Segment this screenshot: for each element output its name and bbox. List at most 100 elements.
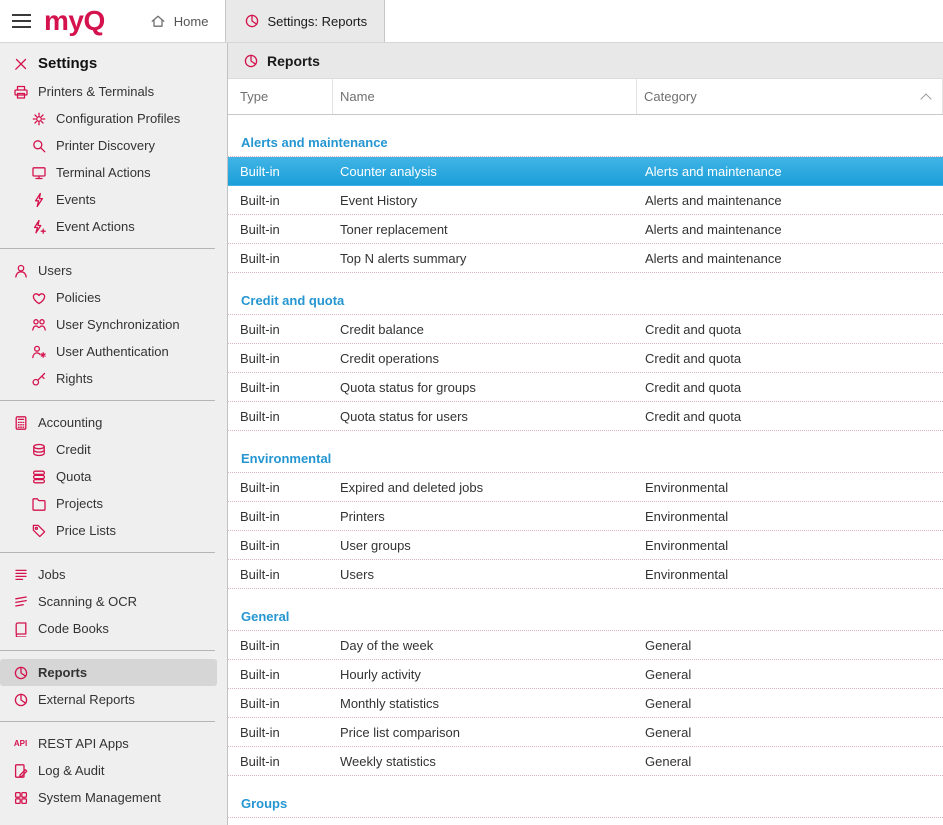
report-name: User groups <box>340 538 645 553</box>
column-header-name[interactable]: Name <box>333 79 637 114</box>
report-row-monthly-statistics[interactable]: Built-inMonthly statisticsGeneral <box>228 689 943 718</box>
report-type: Built-in <box>228 754 340 769</box>
report-row-toner-replacement[interactable]: Built-inToner replacementAlerts and main… <box>228 215 943 244</box>
key-icon <box>30 370 47 387</box>
myq-logo[interactable]: myQ <box>42 0 133 42</box>
sort-ascending-icon[interactable] <box>920 93 931 104</box>
sidebar-item-label: Quota <box>56 469 91 484</box>
report-type: Built-in <box>228 538 340 553</box>
report-row-quota-status-for-users[interactable]: Built-inQuota status for usersCredit and… <box>228 402 943 431</box>
sidebar-item-scanning-ocr[interactable]: Scanning & OCR <box>0 588 217 615</box>
report-category: Alerts and maintenance <box>645 164 943 179</box>
report-category: Alerts and maintenance <box>645 251 943 266</box>
sidebar-item-label: Price Lists <box>56 523 116 538</box>
report-row-credit-balance[interactable]: Built-inCredit balanceCredit and quota <box>228 315 943 344</box>
report-row-counters-by-function-and-duplex-beta[interactable]: Built-inCounters by function and duplex(… <box>228 818 943 825</box>
report-row-credit-operations[interactable]: Built-inCredit operationsCredit and quot… <box>228 344 943 373</box>
sidebar-item-events[interactable]: Events <box>0 186 217 213</box>
pie-chart-icon <box>243 13 260 30</box>
report-category: Alerts and maintenance <box>645 193 943 208</box>
sidebar-item-rest-api-apps[interactable]: APIREST API Apps <box>0 730 217 757</box>
pie-chart-icon <box>12 664 29 681</box>
report-row-expired-and-deleted-jobs[interactable]: Built-inExpired and deleted jobsEnvironm… <box>228 473 943 502</box>
sidebar-item-quota[interactable]: Quota <box>0 463 217 490</box>
sidebar-item-accounting[interactable]: Accounting <box>0 409 217 436</box>
lightning-icon <box>30 191 47 208</box>
sidebar-item-external-reports[interactable]: External Reports <box>0 686 217 713</box>
sidebar-item-label: User Authentication <box>56 344 169 359</box>
report-row-price-list-comparison[interactable]: Built-inPrice list comparisonGeneral <box>228 718 943 747</box>
sidebar-item-label: Rights <box>56 371 93 386</box>
sidebar-item-user-synchronization[interactable]: User Synchronization <box>0 311 217 338</box>
sidebar-item-label: User Synchronization <box>56 317 180 332</box>
tab-home[interactable]: Home <box>133 0 226 42</box>
sidebar-items: Printers & Terminals Configuration Profil… <box>0 78 227 811</box>
user-auth-icon <box>30 343 47 360</box>
sidebar-item-user-authentication[interactable]: User Authentication <box>0 338 217 365</box>
report-name: Quota status for groups <box>340 380 645 395</box>
menu-icon[interactable] <box>0 0 42 42</box>
report-name: Users <box>340 567 645 582</box>
sidebar-item-printers-terminals[interactable]: Printers & Terminals <box>0 78 217 105</box>
report-type: Built-in <box>228 409 340 424</box>
report-row-quota-status-for-groups[interactable]: Built-inQuota status for groupsCredit an… <box>228 373 943 402</box>
report-category: General <box>645 638 943 653</box>
report-category: Credit and quota <box>645 409 943 424</box>
sidebar-item-label: External Reports <box>38 692 135 707</box>
sidebar-item-jobs[interactable]: Jobs <box>0 561 217 588</box>
sidebar-divider <box>0 400 215 401</box>
sidebar-divider <box>0 552 215 553</box>
sidebar-divider <box>0 650 215 651</box>
report-row-weekly-statistics[interactable]: Built-inWeekly statisticsGeneral <box>228 747 943 776</box>
sidebar-divider <box>0 248 215 249</box>
sidebar-item-event-actions[interactable]: Event Actions <box>0 213 217 240</box>
report-name: Printers <box>340 509 645 524</box>
sidebar-item-credit[interactable]: Credit <box>0 436 217 463</box>
tab-settings-reports[interactable]: Settings: Reports <box>225 0 385 42</box>
report-type: Built-in <box>228 480 340 495</box>
sidebar-item-users[interactable]: Users <box>0 257 217 284</box>
report-row-users[interactable]: Built-inUsersEnvironmental <box>228 560 943 589</box>
sidebar-item-configuration-profiles[interactable]: Configuration Profiles <box>0 105 217 132</box>
report-category: General <box>645 696 943 711</box>
report-type: Built-in <box>228 351 340 366</box>
column-header-category[interactable]: Category <box>637 79 943 114</box>
sidebar-item-policies[interactable]: Policies <box>0 284 217 311</box>
myq-settings-window: myQ Home Settings: Reports Settings Prin… <box>0 0 943 825</box>
report-row-hourly-activity[interactable]: Built-inHourly activityGeneral <box>228 660 943 689</box>
sidebar-item-label: Users <box>38 263 72 278</box>
report-type: Built-in <box>228 638 340 653</box>
sidebar-item-system-management[interactable]: System Management <box>0 784 217 811</box>
top-bar: myQ Home Settings: Reports <box>0 0 943 43</box>
sidebar-item-reports[interactable]: Reports <box>0 659 217 686</box>
sidebar-item-label: Code Books <box>38 621 109 636</box>
report-row-event-history[interactable]: Built-inEvent HistoryAlerts and maintena… <box>228 186 943 215</box>
report-name: Credit operations <box>340 351 645 366</box>
api-icon: API <box>12 739 29 748</box>
report-type: Built-in <box>228 222 340 237</box>
sidebar-item-printer-discovery[interactable]: Printer Discovery <box>0 132 217 159</box>
sidebar-item-log-audit[interactable]: Log & Audit <box>0 757 217 784</box>
report-row-top-n-alerts-summary[interactable]: Built-inTop N alerts summaryAlerts and m… <box>228 244 943 273</box>
report-row-user-groups[interactable]: Built-inUser groupsEnvironmental <box>228 531 943 560</box>
calculator-icon <box>12 414 29 431</box>
sidebar-item-rights[interactable]: Rights <box>0 365 217 392</box>
report-row-counter-analysis[interactable]: Built-inCounter analysisAlerts and maint… <box>228 157 943 186</box>
sidebar-item-terminal-actions[interactable]: Terminal Actions <box>0 159 217 186</box>
sidebar-item-projects[interactable]: Projects <box>0 490 217 517</box>
column-header-type[interactable]: Type <box>228 79 333 114</box>
report-row-day-of-the-week[interactable]: Built-inDay of the weekGeneral <box>228 631 943 660</box>
tag-icon <box>30 522 47 539</box>
sidebar-item-price-lists[interactable]: Price Lists <box>0 517 217 544</box>
sidebar-item-label: Printers & Terminals <box>38 84 154 99</box>
reports-table: Alerts and maintenanceBuilt-inCounter an… <box>228 128 943 825</box>
report-type: Built-in <box>228 251 340 266</box>
sidebar-item-code-books[interactable]: Code Books <box>0 615 217 642</box>
pie-chart-icon <box>12 691 29 708</box>
report-category: General <box>645 667 943 682</box>
report-type: Built-in <box>228 567 340 582</box>
report-name: Day of the week <box>340 638 645 653</box>
sidebar-item-label: Credit <box>56 442 91 457</box>
report-row-printers[interactable]: Built-inPrintersEnvironmental <box>228 502 943 531</box>
heart-icon <box>30 289 47 306</box>
